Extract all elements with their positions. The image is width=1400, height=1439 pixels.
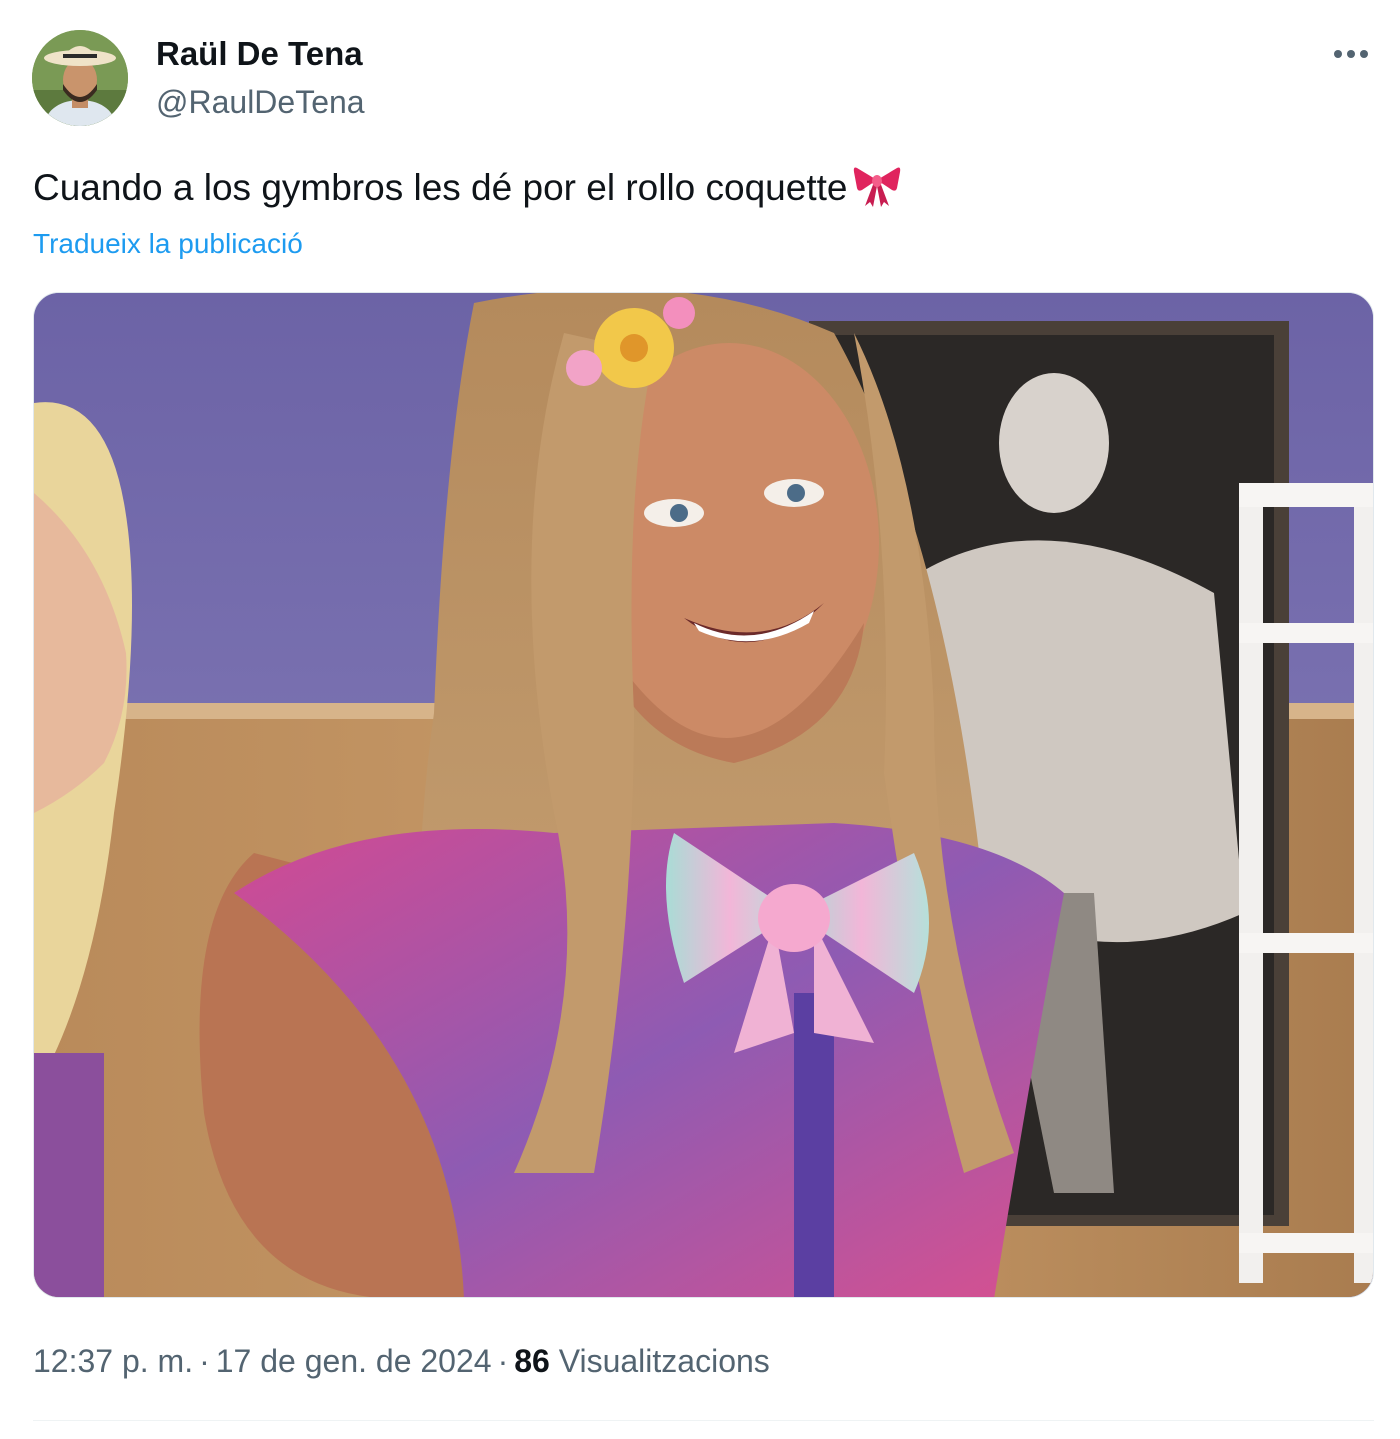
author-name[interactable]: Raül De Tena [156,34,363,74]
divider [33,1420,1374,1421]
ribbon-icon [853,162,901,220]
tweet-text-content: Cuando a los gymbros les dé por el rollo… [33,167,848,208]
author-avatar[interactable] [32,30,128,126]
tweet-meta: 12:37 p. m. · 17 de gen. de 2024 · 86 Visual… [33,1340,770,1382]
tweet-media-image[interactable] [33,292,1374,1298]
tweet-text: Cuando a los gymbros les dé por el rollo… [33,162,901,220]
more-options-icon [1334,50,1368,58]
tweet-time[interactable]: 12:37 p. m. [33,1343,193,1379]
views-label: Visualitzacions [558,1343,770,1379]
translate-link[interactable]: Tradueix la publicació [33,226,303,262]
meta-separator: · [199,1343,210,1379]
views-count[interactable]: 86 [514,1343,550,1379]
tweet-date[interactable]: 17 de gen. de 2024 [216,1343,492,1379]
avatar-photo [32,30,128,126]
more-options-button[interactable] [1326,36,1376,72]
meta-separator: · [497,1343,509,1379]
tweet-photo [34,293,1373,1297]
author-handle[interactable]: @RaulDeTena [156,82,365,122]
